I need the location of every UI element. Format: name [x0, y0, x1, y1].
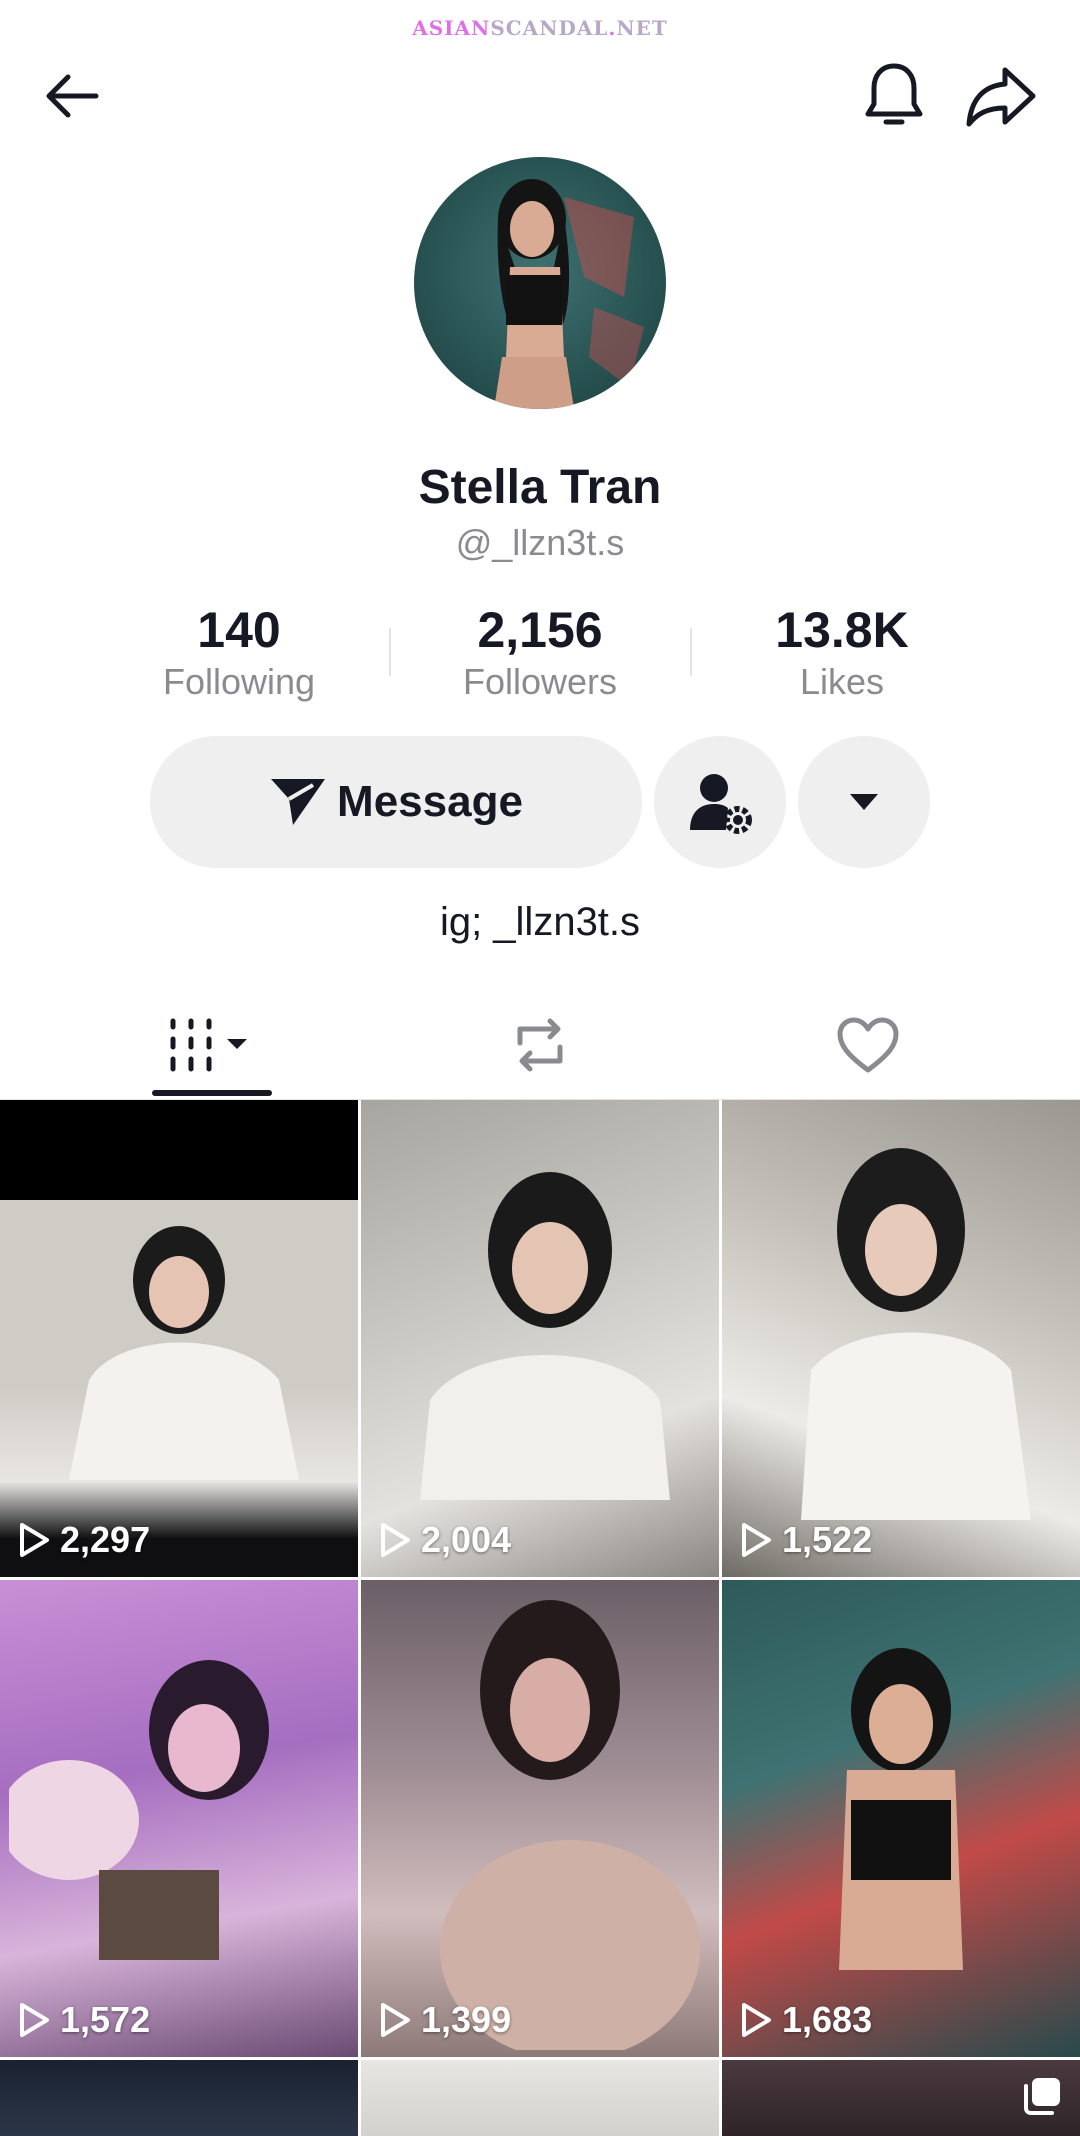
- grid-columns-icon: [170, 1018, 247, 1072]
- photo-carousel-icon: [1024, 2078, 1060, 2115]
- watermark: ASIANSCANDAL.NET: [0, 16, 1080, 40]
- tab-videos[interactable]: [32, 990, 392, 1100]
- view-count-value: 1,572: [60, 1999, 151, 2040]
- view-count: 2,297: [18, 1519, 150, 1561]
- play-icon: [742, 1523, 771, 1557]
- message-label: Message: [337, 777, 523, 826]
- play-icon: [381, 2003, 410, 2037]
- view-count: 2,004: [379, 1519, 511, 1561]
- play-icon: [20, 1523, 49, 1557]
- follow-settings-button[interactable]: [654, 736, 786, 868]
- view-count: 1,572: [18, 1999, 150, 2041]
- play-icon: [381, 1523, 410, 1557]
- stat-divider: [389, 628, 391, 676]
- video-grid: 2,297 2,004 1,522 1,572 1,399 1,683: [0, 1100, 1080, 2136]
- view-count: 1,399: [379, 1999, 511, 2041]
- view-count: 1,522: [740, 1519, 872, 1561]
- profile-actions: Message: [0, 736, 1080, 868]
- view-count-value: 1,522: [782, 1519, 873, 1560]
- display-name: Stella Tran: [418, 461, 662, 514]
- tab-liked[interactable]: [688, 990, 1048, 1100]
- video-thumbnail[interactable]: [361, 2060, 719, 2136]
- stat-divider: [690, 628, 692, 676]
- tab-reposts[interactable]: [360, 990, 720, 1100]
- username: @_llzn3t.s: [455, 522, 625, 563]
- view-count-value: 1,683: [782, 1999, 873, 2040]
- video-thumbnail[interactable]: 1,522: [722, 1100, 1080, 1577]
- view-count-value: 2,297: [60, 1519, 151, 1560]
- watermark-part2: SCANDAL: [490, 16, 609, 40]
- stat-likes-value: 13.8K: [775, 602, 909, 658]
- video-thumbnail[interactable]: 2,004: [361, 1100, 719, 1577]
- video-thumbnail[interactable]: 2,297: [0, 1100, 358, 1577]
- share-button[interactable]: [965, 60, 1037, 132]
- share-icon: [966, 67, 1036, 127]
- heart-icon: [837, 1017, 899, 1073]
- thumbnail-image: [9, 1660, 269, 1960]
- thumbnail-image: [801, 1148, 1031, 1520]
- watermark-part3: NET: [616, 16, 668, 40]
- stat-followers[interactable]: 2,156 Followers: [420, 600, 660, 704]
- stat-followers-value: 2,156: [477, 602, 603, 658]
- more-options-button[interactable]: [798, 736, 930, 868]
- stat-likes[interactable]: 13.8K Likes: [722, 600, 962, 704]
- stat-following[interactable]: 140 Following: [119, 600, 359, 704]
- bell-icon: [865, 63, 923, 125]
- view-count: 1,683: [740, 1999, 872, 2041]
- caret-down-icon: [850, 794, 878, 810]
- video-thumbnail[interactable]: [722, 2060, 1080, 2136]
- thumbnail-image: [420, 1172, 670, 1500]
- avatar-image: [494, 179, 644, 409]
- tab-active-indicator: [152, 1090, 272, 1096]
- stat-likes-label: Likes: [799, 661, 885, 702]
- repost-icon: [517, 1018, 563, 1072]
- thumbnail-image: [839, 1648, 963, 1970]
- bio: ig; _llzn3t.s: [439, 900, 641, 944]
- avatar[interactable]: [414, 157, 666, 409]
- video-thumbnail[interactable]: 1,683: [722, 1580, 1080, 2057]
- top-bar: [0, 60, 1080, 132]
- stat-following-value: 140: [197, 602, 281, 658]
- video-thumbnail[interactable]: 1,572: [0, 1580, 358, 2057]
- play-icon: [742, 2003, 771, 2037]
- message-button[interactable]: Message: [150, 736, 642, 868]
- view-count-value: 2,004: [421, 1519, 512, 1560]
- video-thumbnail[interactable]: [0, 2060, 358, 2136]
- user-gear-icon: [690, 774, 752, 834]
- send-icon: [271, 779, 326, 825]
- thumbnail-image: [69, 1226, 299, 1480]
- stat-following-label: Following: [162, 661, 316, 702]
- video-thumbnail[interactable]: 1,399: [361, 1580, 719, 2057]
- arrow-left-icon: [46, 74, 99, 118]
- content-tabs: [0, 990, 1080, 1100]
- stats-row: 140 Following 2,156 Followers 13.8K Like…: [0, 600, 1080, 710]
- play-icon: [20, 2003, 49, 2037]
- notifications-button[interactable]: [858, 60, 930, 132]
- back-button[interactable]: [36, 60, 108, 132]
- stat-followers-label: Followers: [462, 661, 618, 702]
- thumbnail-image: [440, 1600, 700, 2050]
- watermark-part1: ASIAN: [412, 16, 491, 40]
- view-count-value: 1,399: [421, 1999, 512, 2040]
